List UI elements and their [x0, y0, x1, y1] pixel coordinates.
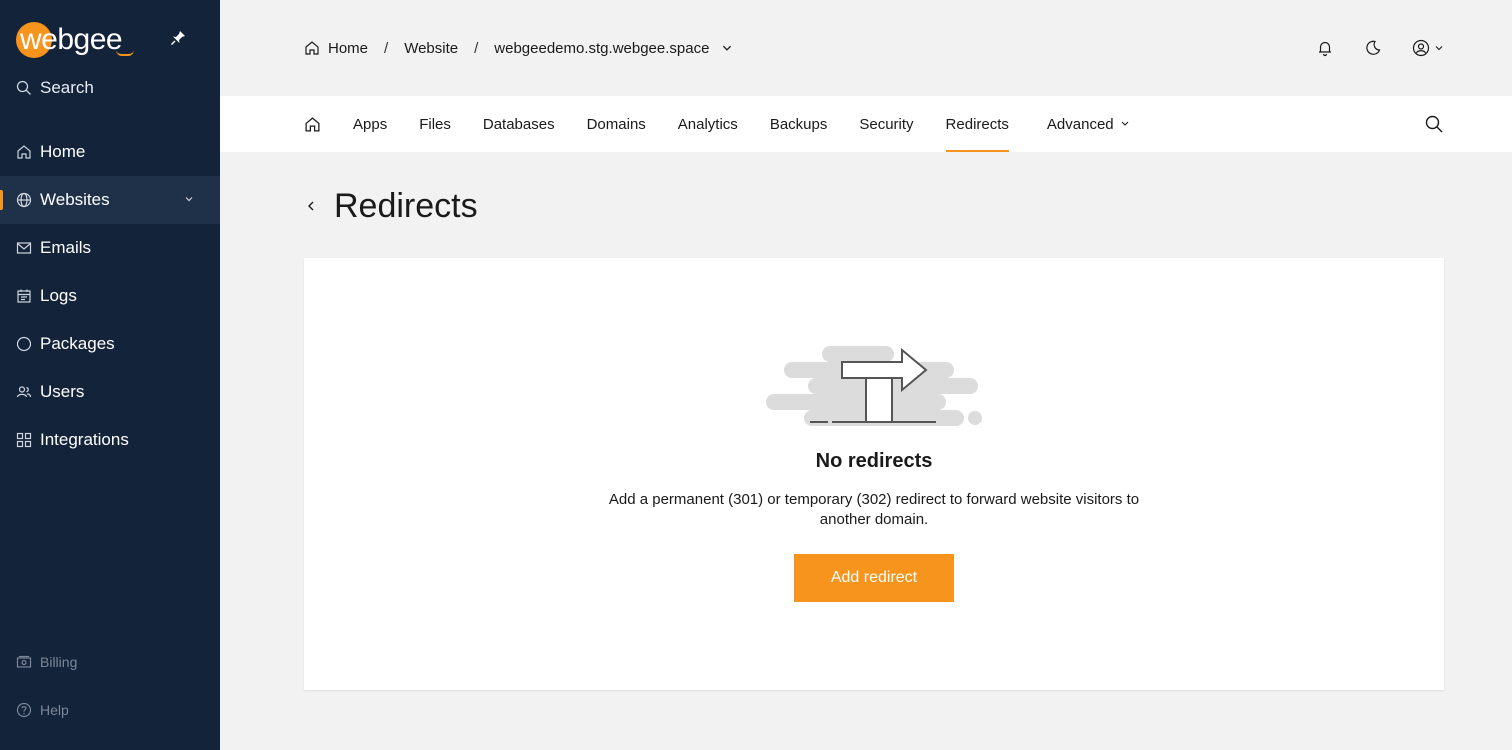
- search-icon: [16, 80, 31, 95]
- sidebar-item-users[interactable]: Users: [0, 368, 220, 416]
- logo-smile: [116, 50, 134, 56]
- sidebar-item-websites[interactable]: Websites: [0, 176, 220, 224]
- logo-text: webgee: [20, 23, 123, 56]
- tab-files[interactable]: Files: [419, 96, 451, 152]
- breadcrumb-separator: /: [384, 39, 389, 57]
- sidebar-item-home[interactable]: Home: [0, 128, 220, 176]
- breadcrumb-label: webgeedemo.stg.webgee.space: [494, 39, 710, 57]
- account-menu[interactable]: [1412, 39, 1444, 57]
- search-icon[interactable]: [1424, 114, 1444, 134]
- sidebar-item-logs[interactable]: Logs: [0, 272, 220, 320]
- empty-state-description: Add a permanent (301) or temporary (302)…: [608, 491, 1140, 528]
- breadcrumb-website[interactable]: Website: [404, 40, 458, 57]
- sidebar-item-label: Emails: [40, 238, 92, 257]
- sidebar-help[interactable]: Help: [16, 698, 69, 722]
- circle-icon: [16, 336, 32, 352]
- tab-backups[interactable]: Backups: [770, 96, 828, 152]
- billing-label: Billing: [40, 654, 78, 670]
- sidebar-item-packages[interactable]: Packages: [0, 320, 220, 368]
- sidebar-nav: Home Websites Emails Logs Packages Users…: [0, 128, 220, 464]
- sidebar-item-label: Home: [40, 142, 86, 161]
- breadcrumb-domain-selector[interactable]: webgeedemo.stg.webgee.space: [494, 40, 733, 57]
- breadcrumb-separator: /: [474, 39, 479, 57]
- header-actions: [1316, 36, 1444, 60]
- breadcrumb: Home / Website / webgeedemo.stg.webgee.s…: [304, 36, 733, 60]
- calendar-icon: [17, 289, 31, 303]
- sidebar-item-label: Integrations: [40, 430, 129, 449]
- chevron-down-icon[interactable]: [184, 194, 194, 204]
- webgee-logo[interactable]: webgee: [16, 20, 134, 60]
- sidebar-search[interactable]: Search: [16, 76, 94, 100]
- moon-icon[interactable]: [1364, 39, 1382, 57]
- pin-icon[interactable]: [170, 30, 186, 46]
- sidebar-item-label: Websites: [40, 190, 110, 209]
- tab-domains[interactable]: Domains: [587, 96, 646, 152]
- tab-databases[interactable]: Databases: [483, 96, 555, 152]
- sidebar-item-label: Packages: [40, 334, 115, 353]
- breadcrumb-label: Home: [328, 39, 369, 57]
- chevron-down-icon: [1121, 121, 1129, 126]
- mail-icon: [16, 242, 32, 254]
- sidebar: webgee Search Home Websites Emails Logs …: [0, 0, 220, 750]
- breadcrumb-home[interactable]: Home: [304, 40, 368, 57]
- home-icon: [17, 145, 31, 159]
- sidebar-item-label: Users: [40, 382, 85, 401]
- chevron-down-icon: [1435, 46, 1443, 51]
- tab-analytics[interactable]: Analytics: [678, 96, 738, 152]
- user-circle-icon: [1412, 39, 1430, 57]
- tab-home[interactable]: [304, 96, 321, 152]
- empty-state-title: No redirects: [815, 450, 933, 472]
- page-title: Redirects: [334, 186, 478, 225]
- users-icon: [16, 386, 32, 398]
- tab-advanced-label: Advanced: [1046, 115, 1114, 133]
- tab-redirects[interactable]: Redirects: [945, 96, 1010, 152]
- help-icon: [16, 702, 32, 718]
- sidebar-billing[interactable]: Billing: [16, 650, 77, 674]
- page-header: Redirects: [304, 184, 478, 228]
- signpost-illustration: [766, 346, 982, 426]
- sidebar-item-label: Logs: [40, 286, 77, 305]
- sidebar-item-emails[interactable]: Emails: [0, 224, 220, 272]
- sidebar-item-integrations[interactable]: Integrations: [0, 416, 220, 464]
- grid-icon: [16, 432, 32, 448]
- tabs-row: Apps Files Databases Domains Analytics B…: [304, 96, 1162, 152]
- tab-apps[interactable]: Apps: [353, 96, 387, 152]
- billing-icon: [16, 655, 32, 668]
- website-tabs: Apps Files Databases Domains Analytics B…: [220, 96, 1512, 152]
- home-icon: [305, 41, 319, 55]
- sidebar-search-label: Search: [40, 78, 94, 97]
- tab-advanced[interactable]: Advanced: [1047, 96, 1130, 152]
- home-icon: [305, 116, 320, 132]
- top-header: Home / Website / webgeedemo.stg.webgee.s…: [220, 0, 1512, 96]
- tab-security[interactable]: Security: [859, 96, 913, 152]
- help-label: Help: [40, 702, 69, 718]
- chevron-down-icon: [723, 45, 732, 51]
- back-chevron-icon[interactable]: [304, 199, 318, 213]
- redirects-card: No redirects Add a permanent (301) or te…: [304, 258, 1444, 690]
- globe-icon: [16, 192, 32, 208]
- bell-icon[interactable]: [1316, 39, 1334, 57]
- add-redirect-button[interactable]: Add redirect: [794, 554, 954, 602]
